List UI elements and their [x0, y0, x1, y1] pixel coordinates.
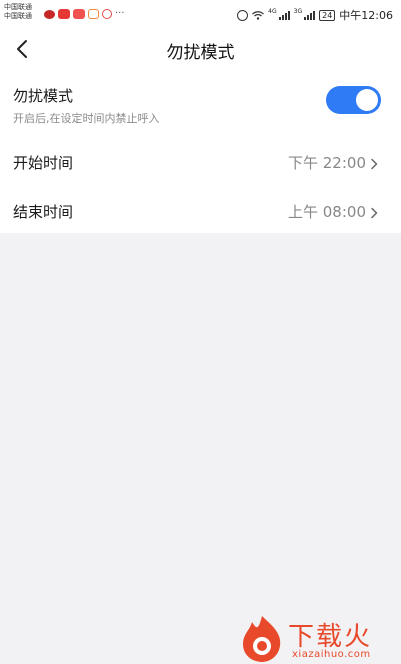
dnd-setting-row: 勿扰模式 开启后,在设定时间内禁止呼入: [0, 80, 401, 130]
watermark-domain: xiazaihuo.com: [292, 649, 371, 660]
clock: 中午12:06: [339, 9, 393, 22]
network-type-label: 4G: [268, 7, 277, 15]
network-type-label: 3G: [293, 7, 303, 15]
nav-bar: 勿扰模式: [0, 30, 401, 68]
flame-logo-icon: [243, 616, 281, 662]
status-bar: 中国联通 中国联通 ··· 4G 3G 24 中午12:06: [0, 0, 401, 30]
dnd-toggle[interactable]: [326, 86, 381, 114]
start-time-label: 开始时间: [13, 154, 74, 172]
app-notification-icon: [88, 9, 99, 19]
carrier-label-2: 中国联通: [4, 12, 32, 20]
app-notification-icon: [73, 9, 85, 19]
app-notification-icon: [102, 9, 112, 19]
end-time-value: 上午 08:00: [288, 203, 366, 221]
notification-icons: ···: [44, 9, 125, 19]
app-notification-icon: [58, 9, 70, 19]
signal-icon: [304, 10, 316, 20]
alarm-icon: [237, 9, 249, 21]
system-status: 4G 3G 24 中午12:06: [237, 7, 393, 23]
page-title: 勿扰模式: [166, 43, 235, 63]
chat-notification-icon: [44, 9, 55, 19]
signal-icon: [278, 10, 290, 20]
carrier-info: 中国联通 中国联通: [4, 3, 32, 21]
wifi-icon: [252, 10, 265, 20]
start-time-row[interactable]: 开始时间 下午 22:00: [0, 140, 401, 184]
end-time-row[interactable]: 结束时间 上午 08:00: [0, 189, 401, 233]
chevron-right-icon: [369, 204, 379, 219]
end-time-label: 结束时间: [13, 203, 74, 221]
battery-icon: 24: [319, 9, 336, 21]
dnd-description: 开启后,在设定时间内禁止呼入: [13, 112, 160, 125]
more-notifications-icon: ···: [115, 8, 125, 19]
start-time-value: 下午 22:00: [288, 154, 366, 172]
carrier-label-1: 中国联通: [4, 3, 32, 11]
watermark: 下载火 xiazaihuo.com: [236, 612, 401, 664]
chevron-right-icon: [369, 155, 379, 170]
watermark-brand: 下载火: [288, 622, 373, 652]
toggle-knob: [356, 89, 378, 111]
dnd-label: 勿扰模式: [13, 87, 74, 105]
